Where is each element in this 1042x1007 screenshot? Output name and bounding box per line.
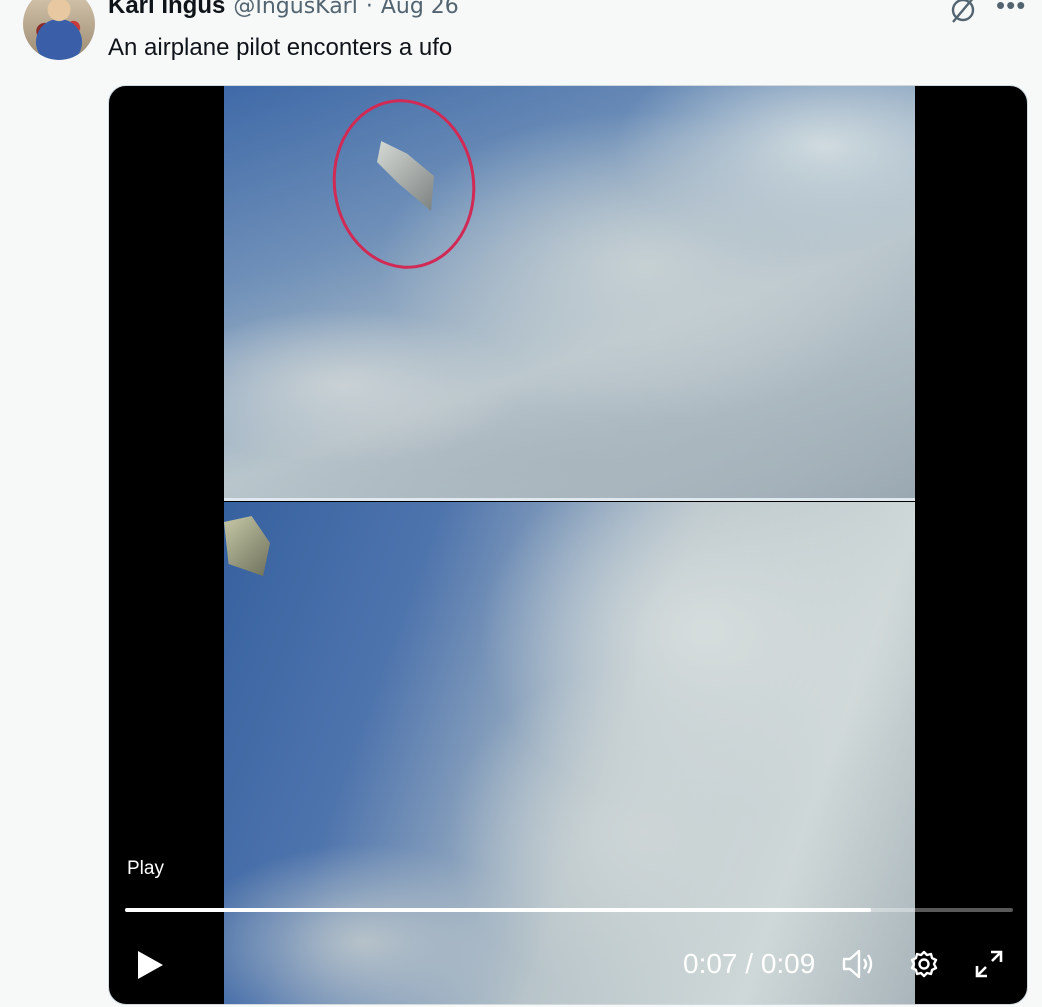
frame-divider — [224, 498, 915, 501]
author-name[interactable]: Karl Ingus — [108, 0, 225, 20]
video-player[interactable]: Play 0:07 / 0:09 — [108, 85, 1028, 1005]
post-date[interactable]: Aug 26 — [381, 0, 459, 19]
play-label: Play — [127, 858, 164, 879]
video-frame-top — [224, 86, 915, 498]
volume-icon — [842, 949, 873, 979]
play-icon — [138, 951, 163, 979]
post-text: An airplane pilot enconters a ufo — [108, 34, 453, 61]
fullscreen-icon — [975, 950, 1003, 978]
highlight-circle — [321, 89, 487, 279]
author-handle[interactable]: @IngusKarl — [233, 0, 357, 19]
grok-icon[interactable] — [947, 0, 979, 26]
play-button[interactable] — [118, 933, 182, 997]
fullscreen-button[interactable] — [971, 946, 1007, 982]
settings-button[interactable] — [906, 946, 942, 982]
progress-fill — [125, 908, 871, 912]
avatar[interactable] — [23, 0, 95, 60]
time-display: 0:07 / 0:09 — [683, 948, 816, 979]
settings-icon — [910, 950, 938, 978]
video-frame[interactable] — [224, 86, 915, 1004]
post-header: Karl Ingus @IngusKarl · Aug 26 — [108, 0, 459, 26]
progress-bar[interactable] — [125, 908, 1013, 912]
separator: · — [365, 0, 373, 19]
more-icon[interactable]: ••• — [996, 0, 1026, 21]
volume-button[interactable] — [841, 946, 877, 982]
video-frame-bottom — [224, 502, 915, 1004]
